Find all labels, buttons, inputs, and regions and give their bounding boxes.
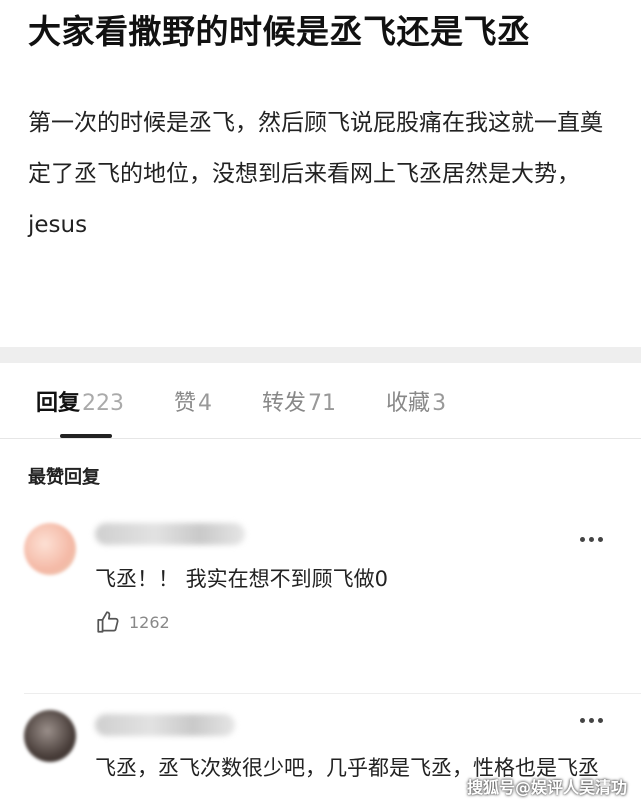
post: 大家看撒野的时候是丞飞还是飞丞 第一次的时候是丞飞，然后顾飞说屁股痛在我这就一直…: [0, 0, 641, 347]
tab-label: 收藏: [386, 391, 431, 416]
tab-label: 赞: [174, 391, 197, 416]
divider-band: [0, 347, 641, 363]
post-title: 大家看撒野的时候是丞飞还是飞丞: [28, 12, 531, 51]
avatar[interactable]: [24, 710, 76, 762]
more-dots-icon[interactable]: [580, 537, 603, 542]
tab-count: 223: [82, 391, 125, 416]
username-blurred[interactable]: [95, 714, 235, 736]
avatar[interactable]: [24, 523, 76, 575]
more-dots-icon[interactable]: [580, 718, 603, 723]
like-count: 1262: [129, 612, 170, 632]
tab-bar: 回复 223 赞 4 转发 71 收藏 3: [0, 363, 641, 438]
comment: 飞丞，丞飞次数很少吧，几乎都是飞丞，性格也是飞丞: [0, 694, 641, 784]
post-body: 第一次的时候是丞飞，然后顾飞说屁股痛在我这就一直奠定了丞飞的地位，没想到后来看网…: [28, 110, 603, 238]
active-tab-indicator: [60, 434, 112, 438]
tab-count: 4: [198, 391, 213, 416]
tab-likes[interactable]: 赞 4: [174, 385, 212, 438]
section-heading: 最赞回复: [28, 467, 100, 488]
comment: 飞丞！！ 我实在想不到顾飞做0 1262: [0, 523, 641, 693]
tab-label: 转发: [262, 391, 307, 416]
username-blurred[interactable]: [95, 523, 245, 545]
tab-favorites[interactable]: 收藏 3: [386, 385, 446, 438]
tab-reposts[interactable]: 转发 71: [262, 385, 336, 438]
thumbs-up-icon[interactable]: [95, 609, 121, 635]
tab-count: 71: [308, 391, 337, 416]
like-row: 1262: [95, 609, 641, 635]
watermark: 搜狐号@娱评人吴清功: [466, 778, 627, 797]
tab-label: 回复: [36, 391, 81, 416]
tab-count: 3: [432, 391, 447, 416]
tab-replies[interactable]: 回复 223: [36, 385, 124, 438]
comment-text: 飞丞！！ 我实在想不到顾飞做0: [95, 567, 389, 591]
